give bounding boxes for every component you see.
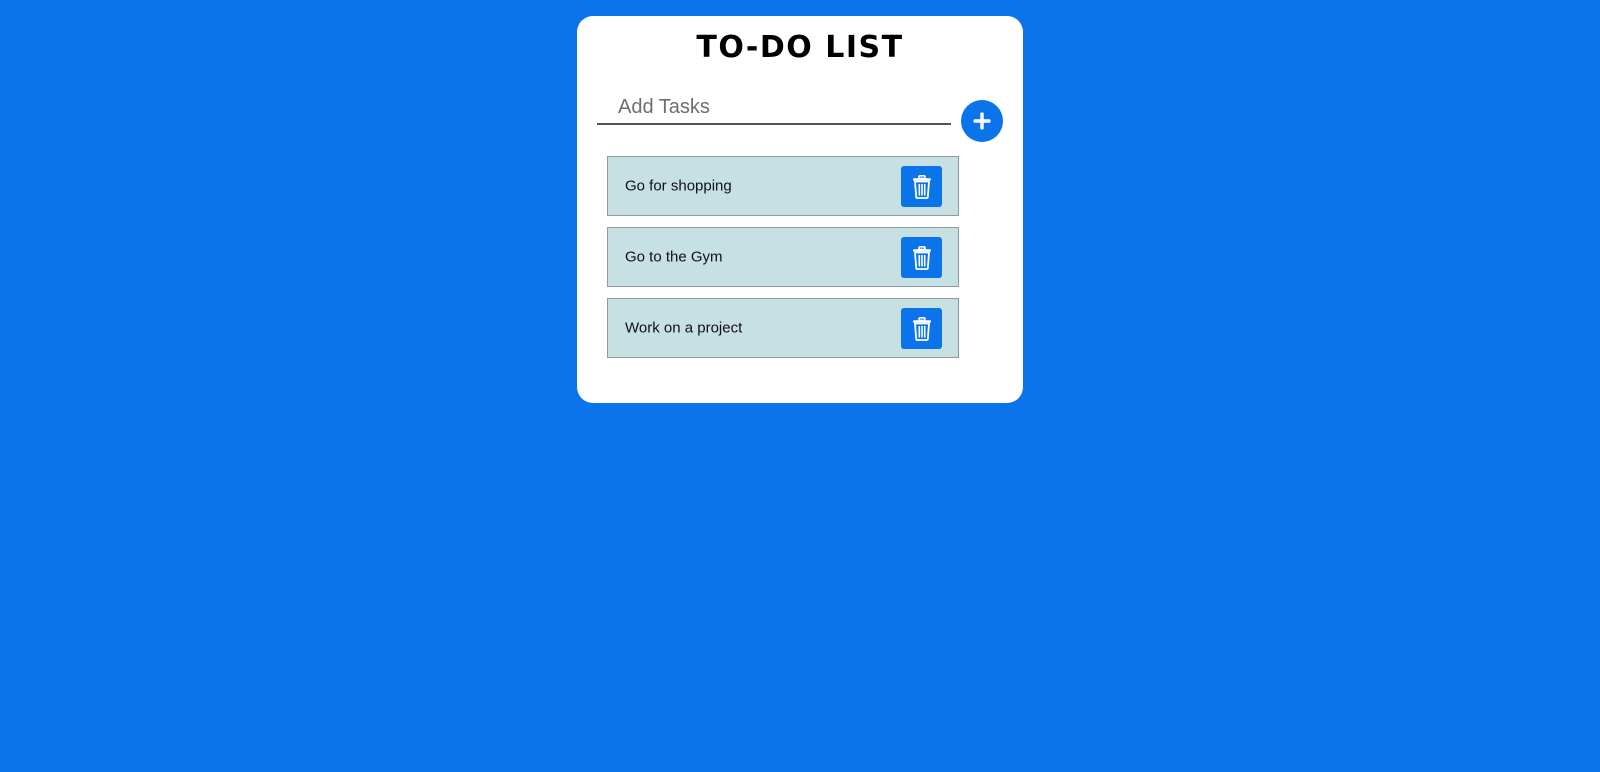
todo-card: TO-DO LIST Go for shopping: [577, 16, 1023, 403]
add-task-button[interactable]: [961, 100, 1003, 142]
task-item: Go to the Gym: [607, 227, 959, 287]
trash-icon: [912, 174, 931, 199]
task-list: Go for shopping Go to the Gym Work on a …: [607, 156, 959, 369]
add-task-input[interactable]: [597, 84, 951, 125]
task-text: Go to the Gym: [625, 248, 723, 266]
plus-icon: [973, 112, 991, 130]
delete-task-button[interactable]: [901, 166, 942, 207]
task-item: Work on a project: [607, 298, 959, 358]
delete-task-button[interactable]: [901, 237, 942, 278]
task-text: Go for shopping: [625, 177, 732, 195]
trash-icon: [912, 245, 931, 270]
task-text: Work on a project: [625, 319, 743, 337]
trash-icon: [912, 316, 931, 341]
delete-task-button[interactable]: [901, 308, 942, 349]
page-title: TO-DO LIST: [696, 30, 904, 65]
add-task-row: [597, 84, 1003, 144]
task-item: Go for shopping: [607, 156, 959, 216]
